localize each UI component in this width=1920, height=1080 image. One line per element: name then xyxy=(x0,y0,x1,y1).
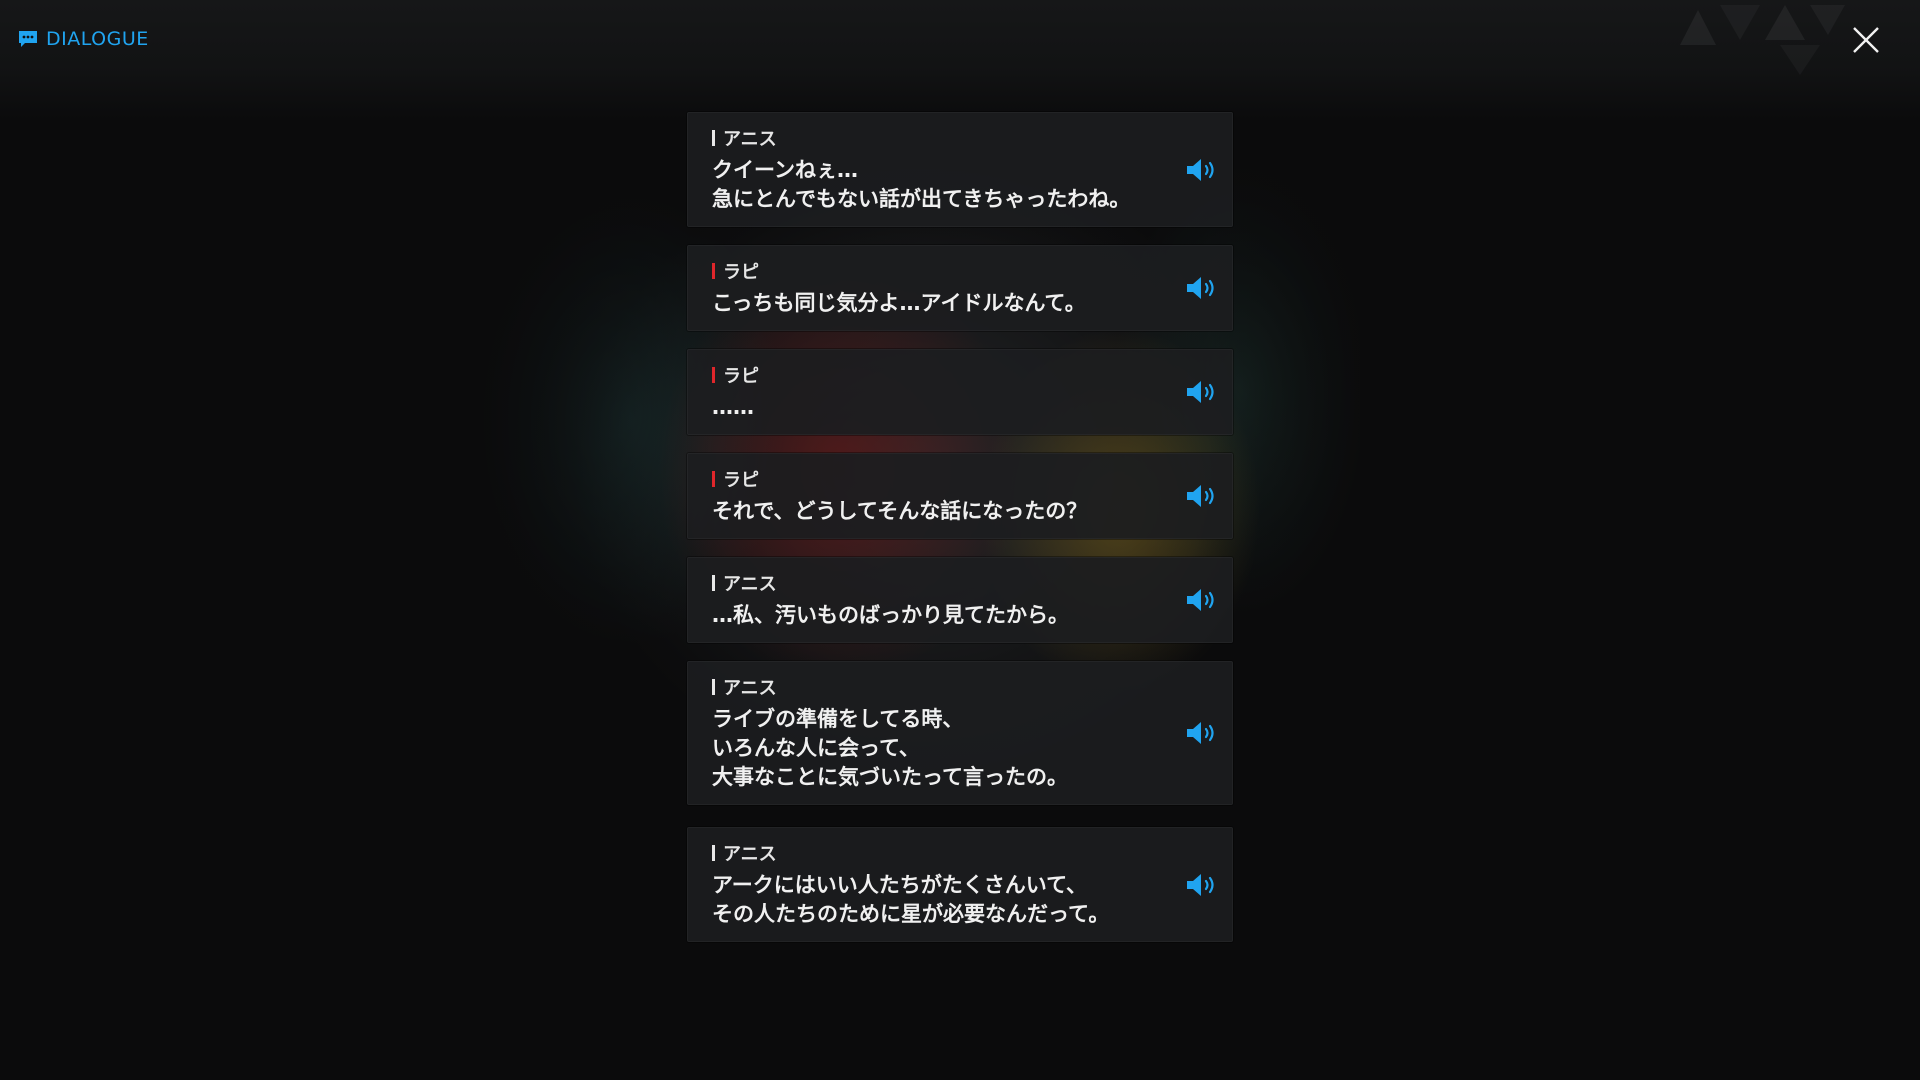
speaker-icon[interactable] xyxy=(1184,870,1222,900)
dialogue-screen: DIALOGUE アニス クイーンねぇ… 急にとんでもない話が出てきちゃったわね… xyxy=(0,0,1920,1080)
chat-bubble-icon xyxy=(19,31,37,47)
speaker-marker xyxy=(712,679,715,695)
speaker-marker xyxy=(712,575,715,591)
dialogue-header: DIALOGUE xyxy=(18,28,149,50)
speaker-marker xyxy=(712,367,715,383)
speaker-row: ラピ xyxy=(712,365,1152,387)
close-icon[interactable] xyxy=(1850,24,1882,56)
speaker-icon[interactable] xyxy=(1184,155,1222,185)
speaker-marker xyxy=(712,263,715,279)
speaker-marker xyxy=(712,130,715,146)
speaker-marker xyxy=(712,845,715,861)
speaker-icon[interactable] xyxy=(1184,481,1222,511)
dialogue-text: …私、汚いものばっかり見てたから。 xyxy=(712,603,1069,627)
speaker-row: ラピ xyxy=(712,261,1152,283)
dialogue-text: それで、どうしてそんな話になったの？ xyxy=(712,499,1088,523)
speaker-name: アニス xyxy=(723,129,777,150)
speaker-icon[interactable] xyxy=(1184,585,1222,615)
speaker-name: アニス xyxy=(723,574,777,595)
dialogue-entry: アニス クイーンねぇ… 急にとんでもない話が出てきちゃったわね。 xyxy=(687,112,1233,227)
speaker-icon[interactable] xyxy=(1184,273,1222,303)
dialogue-text: クイーンねぇ… 急にとんでもない話が出てきちゃったわね。 xyxy=(712,158,1131,211)
dialogue-text: アークにはいい人たちがたくさんいて、 その人たちのために星が必要なんだって。 xyxy=(712,873,1110,926)
dialogue-entry: ラピ それで、どうしてそんな話になったの？ xyxy=(687,453,1233,539)
dialogue-list: アニス クイーンねぇ… 急にとんでもない話が出てきちゃったわね。 ラピ こっちも… xyxy=(687,112,1233,960)
dialogue-text: ライブの準備をしてる時、 いろんな人に会って、 大事なことに気づいたって言ったの… xyxy=(712,707,1068,789)
decorative-triangles xyxy=(1680,5,1845,75)
dialogue-entry: アニス …私、汚いものばっかり見てたから。 xyxy=(687,557,1233,643)
speaker-name: ラピ xyxy=(723,470,759,491)
dialogue-entry: アニス ライブの準備をしてる時、 いろんな人に会って、 大事なことに気づいたって… xyxy=(687,661,1233,805)
speaker-name: ラピ xyxy=(723,262,759,283)
dialogue-text: …… xyxy=(712,395,754,419)
speaker-name: アニス xyxy=(723,678,777,699)
dialogue-text: こっちも同じ気分よ…アイドルなんて。 xyxy=(712,291,1086,315)
dialogue-entry: アニス アークにはいい人たちがたくさんいて、 その人たちのために星が必要なんだっ… xyxy=(687,827,1233,942)
speaker-row: アニス xyxy=(712,843,1152,865)
top-bar xyxy=(0,0,1920,120)
speaker-row: アニス xyxy=(712,128,1152,150)
speaker-name: アニス xyxy=(723,844,777,865)
speaker-row: アニス xyxy=(712,573,1152,595)
header-title: DIALOGUE xyxy=(46,28,149,50)
dialogue-entry: ラピ こっちも同じ気分よ…アイドルなんて。 xyxy=(687,245,1233,331)
speaker-icon[interactable] xyxy=(1184,718,1222,748)
speaker-row: アニス xyxy=(712,677,1152,699)
speaker-row: ラピ xyxy=(712,469,1152,491)
speaker-marker xyxy=(712,471,715,487)
speaker-name: ラピ xyxy=(723,366,759,387)
speaker-icon[interactable] xyxy=(1184,377,1222,407)
dialogue-entry: ラピ …… xyxy=(687,349,1233,435)
